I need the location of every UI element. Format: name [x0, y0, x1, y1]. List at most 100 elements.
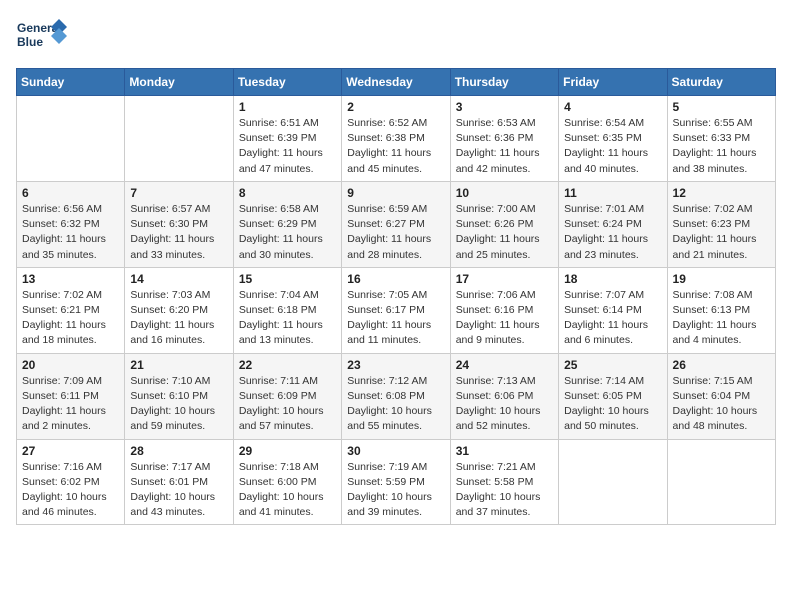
calendar-cell: 21 Sunrise: 7:10 AM Sunset: 6:10 PM Dayli… [125, 353, 233, 439]
day-number: 26 [673, 358, 770, 372]
calendar-cell [125, 96, 233, 182]
day-info: Sunrise: 6:56 AM Sunset: 6:32 PM Dayligh… [22, 202, 119, 263]
day-number: 31 [456, 444, 553, 458]
day-number: 9 [347, 186, 444, 200]
calendar-week-row: 27 Sunrise: 7:16 AM Sunset: 6:02 PM Dayli… [17, 439, 776, 525]
calendar-cell: 24Sunrise: 7:13 AM Sunset: 6:06 PM Dayli… [450, 353, 558, 439]
day-number: 1 [239, 100, 336, 114]
day-number: 13 [22, 272, 119, 286]
day-info: Sunrise: 6:52 AM Sunset: 6:38 PM Dayligh… [347, 116, 444, 177]
day-info: Sunrise: 7:07 AM Sunset: 6:14 PM Dayligh… [564, 288, 661, 349]
day-number: 3 [456, 100, 553, 114]
day-info: Sunrise: 7:02 AM Sunset: 6:21 PM Dayligh… [22, 288, 119, 349]
calendar-week-row: 20Sunrise: 7:09 AM Sunset: 6:11 PM Dayli… [17, 353, 776, 439]
day-number: 24 [456, 358, 553, 372]
day-number: 30 [347, 444, 444, 458]
day-info: Sunrise: 7:11 AM Sunset: 6:09 PM Dayligh… [239, 374, 336, 435]
calendar-cell: 16 Sunrise: 7:05 AM Sunset: 6:17 PM Dayli… [342, 267, 450, 353]
calendar-cell: 22 Sunrise: 7:11 AM Sunset: 6:09 PM Dayli… [233, 353, 341, 439]
calendar-cell: 25 Sunrise: 7:14 AM Sunset: 6:05 PM Dayli… [559, 353, 667, 439]
day-number: 28 [130, 444, 227, 458]
column-header-saturday: Saturday [667, 69, 775, 96]
day-number: 29 [239, 444, 336, 458]
day-number: 21 [130, 358, 227, 372]
column-header-friday: Friday [559, 69, 667, 96]
day-info: Sunrise: 6:51 AM Sunset: 6:39 PM Dayligh… [239, 116, 336, 177]
calendar-cell: 10Sunrise: 7:00 AM Sunset: 6:26 PM Dayli… [450, 181, 558, 267]
day-info: Sunrise: 7:18 AM Sunset: 6:00 PM Dayligh… [239, 460, 336, 521]
column-header-tuesday: Tuesday [233, 69, 341, 96]
day-info: Sunrise: 7:08 AM Sunset: 6:13 PM Dayligh… [673, 288, 770, 349]
calendar-cell: 4 Sunrise: 6:54 AM Sunset: 6:35 PM Daylig… [559, 96, 667, 182]
day-info: Sunrise: 6:58 AM Sunset: 6:29 PM Dayligh… [239, 202, 336, 263]
calendar-cell: 18 Sunrise: 7:07 AM Sunset: 6:14 PM Dayli… [559, 267, 667, 353]
calendar-cell: 6 Sunrise: 6:56 AM Sunset: 6:32 PM Daylig… [17, 181, 125, 267]
day-info: Sunrise: 7:10 AM Sunset: 6:10 PM Dayligh… [130, 374, 227, 435]
calendar-cell: 30 Sunrise: 7:19 AM Sunset: 5:59 PM Dayli… [342, 439, 450, 525]
day-info: Sunrise: 7:04 AM Sunset: 6:18 PM Dayligh… [239, 288, 336, 349]
calendar-cell: 15Sunrise: 7:04 AM Sunset: 6:18 PM Dayli… [233, 267, 341, 353]
day-number: 22 [239, 358, 336, 372]
calendar-cell: 29 Sunrise: 7:18 AM Sunset: 6:00 PM Dayli… [233, 439, 341, 525]
day-info: Sunrise: 6:55 AM Sunset: 6:33 PM Dayligh… [673, 116, 770, 177]
logo: General Blue [16, 16, 68, 58]
calendar-cell [667, 439, 775, 525]
day-number: 7 [130, 186, 227, 200]
day-number: 16 [347, 272, 444, 286]
column-header-sunday: Sunday [17, 69, 125, 96]
day-info: Sunrise: 7:14 AM Sunset: 6:05 PM Dayligh… [564, 374, 661, 435]
calendar-cell: 3 Sunrise: 6:53 AM Sunset: 6:36 PM Daylig… [450, 96, 558, 182]
page-header: General Blue [16, 16, 776, 58]
day-number: 27 [22, 444, 119, 458]
day-number: 2 [347, 100, 444, 114]
calendar-cell: 1 Sunrise: 6:51 AM Sunset: 6:39 PM Daylig… [233, 96, 341, 182]
calendar-header-row: SundayMondayTuesdayWednesdayThursdayFrid… [17, 69, 776, 96]
calendar-week-row: 13 Sunrise: 7:02 AM Sunset: 6:21 PM Dayli… [17, 267, 776, 353]
day-number: 5 [673, 100, 770, 114]
day-info: Sunrise: 7:01 AM Sunset: 6:24 PM Dayligh… [564, 202, 661, 263]
day-info: Sunrise: 7:21 AM Sunset: 5:58 PM Dayligh… [456, 460, 553, 521]
day-info: Sunrise: 7:15 AM Sunset: 6:04 PM Dayligh… [673, 374, 770, 435]
day-number: 18 [564, 272, 661, 286]
day-number: 23 [347, 358, 444, 372]
day-info: Sunrise: 6:57 AM Sunset: 6:30 PM Dayligh… [130, 202, 227, 263]
day-number: 14 [130, 272, 227, 286]
day-number: 12 [673, 186, 770, 200]
calendar-week-row: 6 Sunrise: 6:56 AM Sunset: 6:32 PM Daylig… [17, 181, 776, 267]
calendar-cell: 28 Sunrise: 7:17 AM Sunset: 6:01 PM Dayli… [125, 439, 233, 525]
column-header-thursday: Thursday [450, 69, 558, 96]
day-info: Sunrise: 7:05 AM Sunset: 6:17 PM Dayligh… [347, 288, 444, 349]
day-info: Sunrise: 7:17 AM Sunset: 6:01 PM Dayligh… [130, 460, 227, 521]
calendar-week-row: 1 Sunrise: 6:51 AM Sunset: 6:39 PM Daylig… [17, 96, 776, 182]
day-info: Sunrise: 6:53 AM Sunset: 6:36 PM Dayligh… [456, 116, 553, 177]
day-info: Sunrise: 7:12 AM Sunset: 6:08 PM Dayligh… [347, 374, 444, 435]
column-header-monday: Monday [125, 69, 233, 96]
calendar-cell: 11 Sunrise: 7:01 AM Sunset: 6:24 PM Dayli… [559, 181, 667, 267]
day-info: Sunrise: 6:59 AM Sunset: 6:27 PM Dayligh… [347, 202, 444, 263]
calendar-cell: 23 Sunrise: 7:12 AM Sunset: 6:08 PM Dayli… [342, 353, 450, 439]
day-number: 6 [22, 186, 119, 200]
day-info: Sunrise: 7:02 AM Sunset: 6:23 PM Dayligh… [673, 202, 770, 263]
day-number: 4 [564, 100, 661, 114]
calendar-cell: 14Sunrise: 7:03 AM Sunset: 6:20 PM Dayli… [125, 267, 233, 353]
day-number: 11 [564, 186, 661, 200]
calendar-cell: 9 Sunrise: 6:59 AM Sunset: 6:27 PM Daylig… [342, 181, 450, 267]
column-header-wednesday: Wednesday [342, 69, 450, 96]
calendar-cell: 31 Sunrise: 7:21 AM Sunset: 5:58 PM Dayli… [450, 439, 558, 525]
day-number: 19 [673, 272, 770, 286]
calendar-cell: 19 Sunrise: 7:08 AM Sunset: 6:13 PM Dayli… [667, 267, 775, 353]
day-info: Sunrise: 7:00 AM Sunset: 6:26 PM Dayligh… [456, 202, 553, 263]
day-info: Sunrise: 7:06 AM Sunset: 6:16 PM Dayligh… [456, 288, 553, 349]
day-info: Sunrise: 7:16 AM Sunset: 6:02 PM Dayligh… [22, 460, 119, 521]
day-number: 25 [564, 358, 661, 372]
logo-svg: General Blue [16, 16, 68, 58]
calendar-cell [559, 439, 667, 525]
day-info: Sunrise: 6:54 AM Sunset: 6:35 PM Dayligh… [564, 116, 661, 177]
calendar-cell: 27 Sunrise: 7:16 AM Sunset: 6:02 PM Dayli… [17, 439, 125, 525]
calendar-cell: 5 Sunrise: 6:55 AM Sunset: 6:33 PM Daylig… [667, 96, 775, 182]
day-number: 17 [456, 272, 553, 286]
day-number: 8 [239, 186, 336, 200]
calendar-cell: 26 Sunrise: 7:15 AM Sunset: 6:04 PM Dayli… [667, 353, 775, 439]
day-info: Sunrise: 7:19 AM Sunset: 5:59 PM Dayligh… [347, 460, 444, 521]
calendar-cell: 7 Sunrise: 6:57 AM Sunset: 6:30 PM Daylig… [125, 181, 233, 267]
